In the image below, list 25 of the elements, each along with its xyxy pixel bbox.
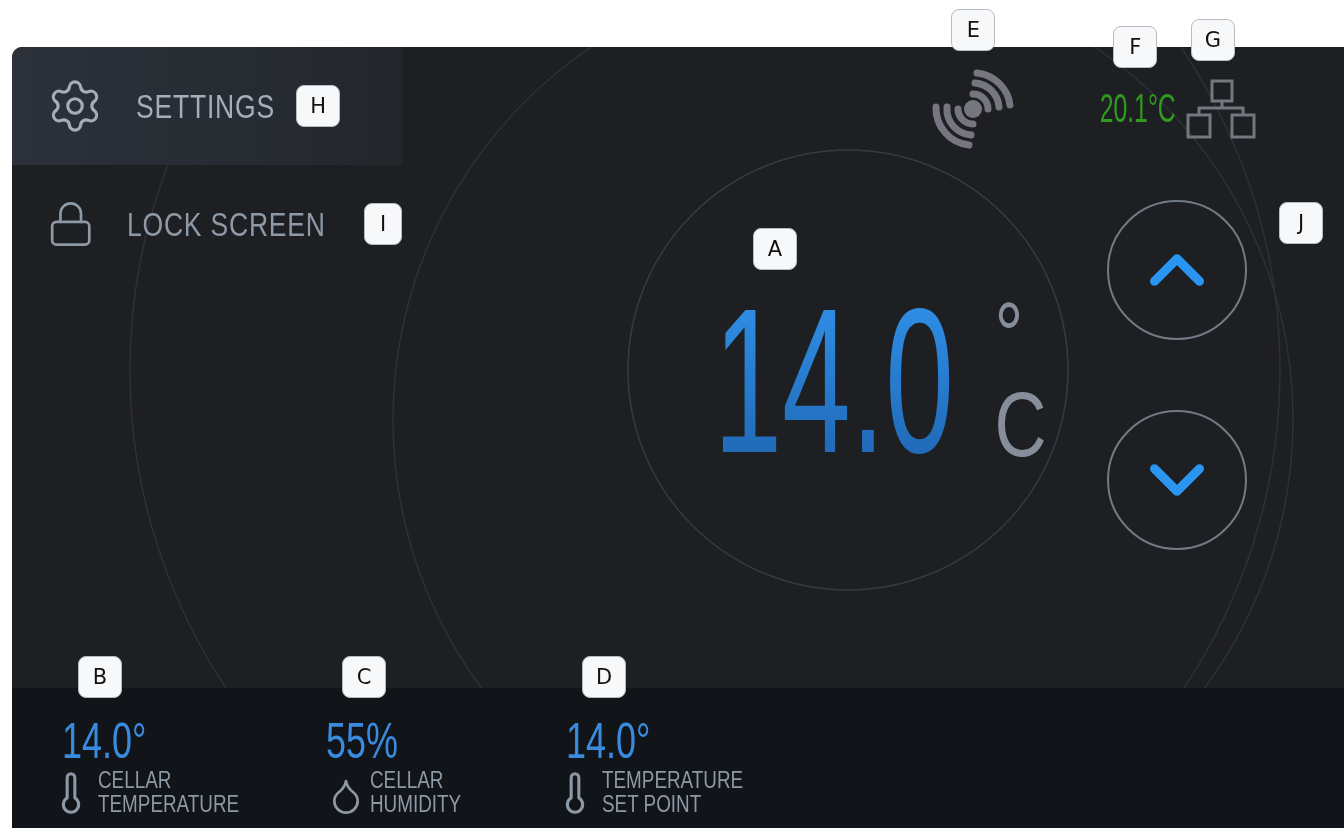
signal-icon [931,68,1016,149]
callout-marker: F [1113,26,1158,68]
degree-symbol: ° [994,290,1025,380]
reading-value: 14.0° [566,716,651,766]
reading-value: 55% [326,716,399,766]
callout-marker: C [342,656,386,698]
callout-marker: J [1279,202,1323,244]
increase-button[interactable] [1107,200,1247,340]
callout-marker: D [582,656,626,698]
network-icon [1186,78,1258,139]
callout-marker: I [364,203,402,245]
reading-label: CELLAR TEMPERATURE [98,768,240,816]
reading-label: CELLAR HUMIDITY [370,768,462,816]
callout-marker: G [1191,18,1235,61]
callout-marker: A [753,228,798,270]
menu-item[interactable]: LOCK SCREEN I [12,165,402,283]
callout-marker: B [78,656,122,698]
menu-item[interactable]: SETTINGS H [12,47,402,165]
callout-marker: E [951,8,996,51]
callout-marker: H [296,85,341,127]
reading-value: 14.0° [62,716,147,766]
decrease-button[interactable] [1107,410,1247,550]
reading-label: TEMPERATURE SET POINT [602,768,744,816]
unit-label: C [994,380,1047,470]
outdoor-temperature: 20.1°C [1099,86,1176,131]
